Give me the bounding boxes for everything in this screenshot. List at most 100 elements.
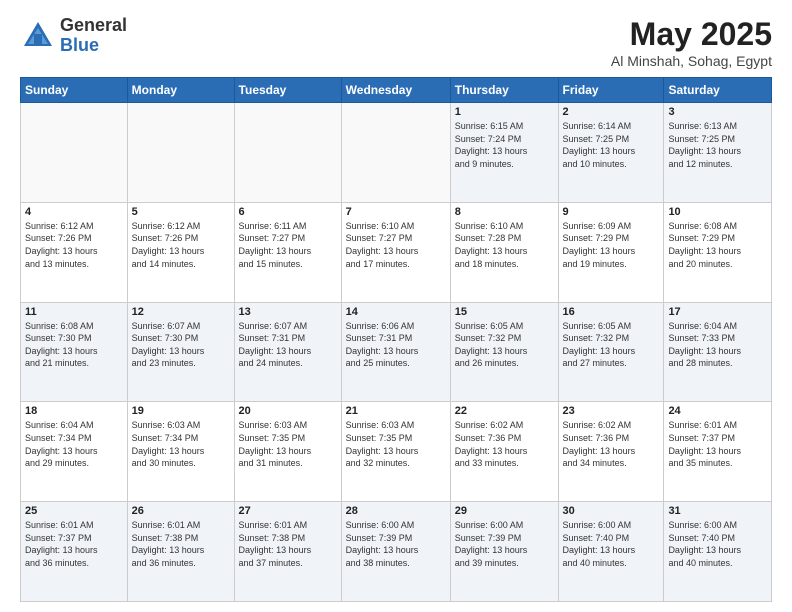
week-row-2: 11 Sunrise: 6:08 AM Sunset: 7:30 PM Dayli… [21,302,772,402]
day-number: 1 [455,106,554,118]
day-number: 23 [563,405,660,417]
day-cell: 31Sunrise: 6:00 AM Sunset: 7:40 PM Dayli… [664,502,772,602]
day-number: 17 [668,306,767,318]
day-cell: 28 Sunrise: 6:00 AM Sunset: 7:39 PM Dayli… [341,502,450,602]
day-cell: 1 Sunrise: 6:15 AM Sunset: 7:24 PM Daylig… [450,103,558,203]
day-number: 12 [132,306,230,318]
calendar: Sunday Monday Tuesday Wednesday Thursday… [20,77,772,602]
week-row-3: 18Sunrise: 6:04 AM Sunset: 7:34 PM Dayli… [21,402,772,502]
col-saturday: Saturday [664,78,772,103]
day-cell: 15 Sunrise: 6:05 AM Sunset: 7:32 PM Dayli… [450,302,558,402]
day-cell: 17 Sunrise: 6:04 AM Sunset: 7:33 PM Dayli… [664,302,772,402]
day-cell: 3Sunrise: 6:13 AM Sunset: 7:25 PM Daylig… [664,103,772,203]
day-cell: 23 Sunrise: 6:02 AM Sunset: 7:36 PM Dayli… [558,402,664,502]
day-cell: 12 Sunrise: 6:07 AM Sunset: 7:30 PM Dayli… [127,302,234,402]
header-row: Sunday Monday Tuesday Wednesday Thursday… [21,78,772,103]
day-number: 10 [668,206,767,218]
logo-blue-text: Blue [60,36,127,56]
logo-general-text: General [60,16,127,36]
day-info: Sunrise: 6:11 AM Sunset: 7:27 PM Dayligh… [239,220,337,270]
day-number: 9 [563,206,660,218]
day-info: Sunrise: 6:07 AM Sunset: 7:30 PM Dayligh… [132,320,230,370]
day-info: Sunrise: 6:10 AM Sunset: 7:27 PM Dayligh… [346,220,446,270]
day-cell [234,103,341,203]
day-cell: 26 Sunrise: 6:01 AM Sunset: 7:38 PM Dayli… [127,502,234,602]
week-row-0: 1 Sunrise: 6:15 AM Sunset: 7:24 PM Daylig… [21,103,772,203]
day-cell: 14 Sunrise: 6:06 AM Sunset: 7:31 PM Dayli… [341,302,450,402]
day-number: 6 [239,206,337,218]
day-number: 8 [455,206,554,218]
day-info: Sunrise: 6:05 AM Sunset: 7:32 PM Dayligh… [455,320,554,370]
day-info: Sunrise: 6:08 AM Sunset: 7:29 PM Dayligh… [668,220,767,270]
day-number: 24 [668,405,767,417]
col-wednesday: Wednesday [341,78,450,103]
day-info: Sunrise: 6:04 AM Sunset: 7:33 PM Dayligh… [668,320,767,370]
day-cell: 10 Sunrise: 6:08 AM Sunset: 7:29 PM Dayli… [664,202,772,302]
logo: General Blue [20,16,127,56]
day-number: 18 [25,405,123,417]
day-cell: 9 Sunrise: 6:09 AM Sunset: 7:29 PM Daylig… [558,202,664,302]
day-cell: 22Sunrise: 6:02 AM Sunset: 7:36 PM Dayli… [450,402,558,502]
day-cell: 20 Sunrise: 6:03 AM Sunset: 7:35 PM Dayli… [234,402,341,502]
day-info: Sunrise: 6:01 AM Sunset: 7:38 PM Dayligh… [239,519,337,569]
day-number: 30 [563,505,660,517]
day-cell: 5Sunrise: 6:12 AM Sunset: 7:26 PM Daylig… [127,202,234,302]
day-number: 31 [668,505,767,517]
day-info: Sunrise: 6:06 AM Sunset: 7:31 PM Dayligh… [346,320,446,370]
day-info: Sunrise: 6:00 AM Sunset: 7:39 PM Dayligh… [346,519,446,569]
day-info: Sunrise: 6:03 AM Sunset: 7:35 PM Dayligh… [239,419,337,469]
day-number: 14 [346,306,446,318]
day-cell: 27 Sunrise: 6:01 AM Sunset: 7:38 PM Dayli… [234,502,341,602]
day-number: 19 [132,405,230,417]
day-number: 29 [455,505,554,517]
week-row-1: 4 Sunrise: 6:12 AM Sunset: 7:26 PM Daylig… [21,202,772,302]
day-info: Sunrise: 6:13 AM Sunset: 7:25 PM Dayligh… [668,120,767,170]
calendar-body: 1 Sunrise: 6:15 AM Sunset: 7:24 PM Daylig… [21,103,772,602]
day-info: Sunrise: 6:08 AM Sunset: 7:30 PM Dayligh… [25,320,123,370]
day-number: 2 [563,106,660,118]
day-info: Sunrise: 6:00 AM Sunset: 7:39 PM Dayligh… [455,519,554,569]
day-info: Sunrise: 6:15 AM Sunset: 7:24 PM Dayligh… [455,120,554,170]
day-info: Sunrise: 6:00 AM Sunset: 7:40 PM Dayligh… [563,519,660,569]
day-info: Sunrise: 6:01 AM Sunset: 7:37 PM Dayligh… [25,519,123,569]
day-cell: 13Sunrise: 6:07 AM Sunset: 7:31 PM Dayli… [234,302,341,402]
calendar-table: Sunday Monday Tuesday Wednesday Thursday… [20,77,772,602]
day-cell: 6 Sunrise: 6:11 AM Sunset: 7:27 PM Daylig… [234,202,341,302]
day-cell: 16 Sunrise: 6:05 AM Sunset: 7:32 PM Dayli… [558,302,664,402]
day-info: Sunrise: 6:01 AM Sunset: 7:38 PM Dayligh… [132,519,230,569]
day-number: 15 [455,306,554,318]
day-cell: 11 Sunrise: 6:08 AM Sunset: 7:30 PM Dayli… [21,302,128,402]
day-number: 16 [563,306,660,318]
day-cell: 30 Sunrise: 6:00 AM Sunset: 7:40 PM Dayli… [558,502,664,602]
day-info: Sunrise: 6:02 AM Sunset: 7:36 PM Dayligh… [563,419,660,469]
day-cell: 19Sunrise: 6:03 AM Sunset: 7:34 PM Dayli… [127,402,234,502]
logo-icon [20,18,56,54]
col-thursday: Thursday [450,78,558,103]
day-info: Sunrise: 6:02 AM Sunset: 7:36 PM Dayligh… [455,419,554,469]
day-number: 28 [346,505,446,517]
day-number: 11 [25,306,123,318]
day-info: Sunrise: 6:12 AM Sunset: 7:26 PM Dayligh… [25,220,123,270]
day-info: Sunrise: 6:03 AM Sunset: 7:35 PM Dayligh… [346,419,446,469]
day-cell: 24 Sunrise: 6:01 AM Sunset: 7:37 PM Dayli… [664,402,772,502]
calendar-header: Sunday Monday Tuesday Wednesday Thursday… [21,78,772,103]
logo-text: General Blue [60,16,127,56]
day-number: 4 [25,206,123,218]
day-cell: 2Sunrise: 6:14 AM Sunset: 7:25 PM Daylig… [558,103,664,203]
day-cell: 7Sunrise: 6:10 AM Sunset: 7:27 PM Daylig… [341,202,450,302]
day-info: Sunrise: 6:09 AM Sunset: 7:29 PM Dayligh… [563,220,660,270]
day-cell: 29 Sunrise: 6:00 AM Sunset: 7:39 PM Dayli… [450,502,558,602]
day-info: Sunrise: 6:05 AM Sunset: 7:32 PM Dayligh… [563,320,660,370]
day-cell [21,103,128,203]
title-block: May 2025 Al Minshah, Sohag, Egypt [611,16,772,69]
day-number: 26 [132,505,230,517]
page: General Blue May 2025 Al Minshah, Sohag,… [0,0,792,612]
day-number: 20 [239,405,337,417]
day-cell: 8Sunrise: 6:10 AM Sunset: 7:28 PM Daylig… [450,202,558,302]
day-info: Sunrise: 6:01 AM Sunset: 7:37 PM Dayligh… [668,419,767,469]
day-number: 13 [239,306,337,318]
day-number: 27 [239,505,337,517]
day-cell [127,103,234,203]
day-cell: 25Sunrise: 6:01 AM Sunset: 7:37 PM Dayli… [21,502,128,602]
day-cell [341,103,450,203]
